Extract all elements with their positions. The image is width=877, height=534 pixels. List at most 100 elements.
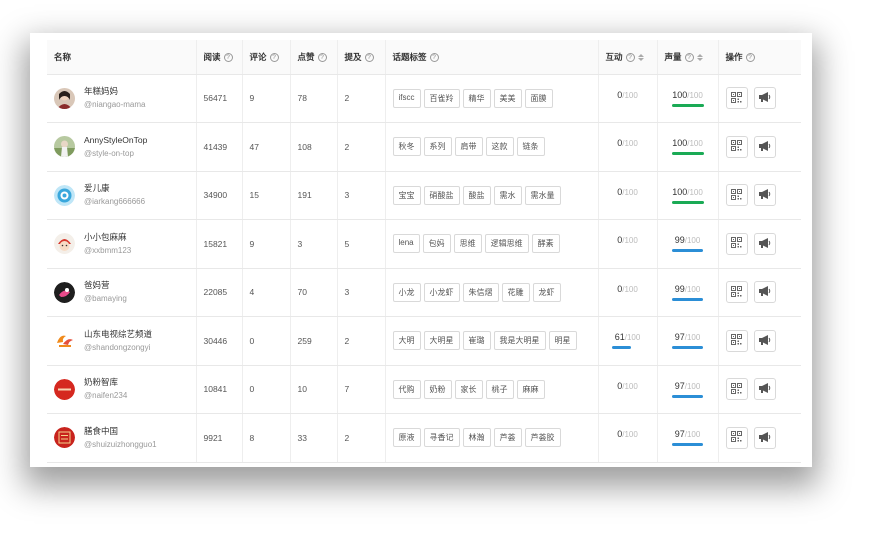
topic-tag[interactable]: 链条 (516, 137, 545, 157)
topic-tag[interactable]: 代购 (392, 379, 421, 399)
help-icon[interactable]: ? (684, 53, 694, 62)
help-icon[interactable]: ? (269, 53, 279, 62)
topic-tag[interactable]: 朱信熠 (462, 282, 499, 302)
account-name[interactable]: 小小包麻麻 (84, 231, 131, 244)
promote-button[interactable] (753, 232, 776, 255)
topic-tag[interactable]: 龙虾 (532, 282, 561, 302)
topic-tag[interactable]: 逻辑思维 (484, 234, 529, 254)
help-icon[interactable]: ? (364, 53, 374, 62)
sort-icon[interactable] (696, 54, 703, 61)
topic-tag[interactable]: 硝酸盐 (423, 185, 460, 205)
voice-cell: 100/100 (657, 171, 719, 220)
interaction-cell: 0/100 (598, 219, 658, 269)
col-header-voice[interactable]: 声量? (657, 40, 719, 75)
help-icon[interactable]: ? (745, 53, 755, 62)
topic-tag[interactable]: 明星 (548, 331, 577, 351)
help-icon[interactable]: ? (625, 53, 635, 62)
promote-button[interactable] (753, 184, 776, 207)
reads-cell: 10841 (196, 365, 243, 414)
topic-tag[interactable]: 家长 (454, 379, 483, 399)
topic-tag[interactable]: 小龙 (392, 282, 421, 302)
col-header-reads: 阅读? (196, 40, 243, 75)
topic-tag[interactable]: 这款 (485, 137, 514, 157)
topic-tag[interactable]: 原液 (392, 428, 421, 448)
interaction-cell: 0/100 (598, 74, 658, 123)
account-name[interactable]: 山东电视综艺频道 (84, 328, 152, 341)
help-icon[interactable]: ? (223, 53, 233, 62)
qr-code-button[interactable] (725, 232, 748, 255)
topic-tag[interactable]: 小龙虾 (423, 282, 460, 302)
account-name[interactable]: 爸妈营 (84, 279, 127, 292)
table-body: 年糕妈妈 @niangao-mama 56471 9 78 2 ifscc 百雀羚… (47, 74, 801, 463)
interaction-cell: 0/100 (598, 171, 658, 220)
topic-tag[interactable]: 酸盐 (462, 185, 491, 205)
voice-max: /100 (684, 381, 701, 391)
voice-bar (671, 200, 704, 204)
promote-button[interactable] (753, 135, 776, 158)
topics-cell: 小龙 小龙虾 朱信熠 花雕 龙虾 (385, 268, 599, 317)
likes-cell: 3 (290, 219, 338, 269)
promote-button[interactable] (753, 426, 776, 449)
topic-tag[interactable]: 美美 (493, 88, 522, 108)
topic-tag[interactable]: 林瀚 (462, 428, 491, 448)
topic-tag[interactable]: 精华 (462, 88, 491, 108)
topic-tag[interactable]: 我是大明星 (493, 331, 546, 351)
topic-tag[interactable]: 百雀羚 (423, 88, 460, 108)
topic-tag[interactable]: 面膜 (524, 88, 553, 108)
promote-button[interactable] (753, 329, 776, 352)
topic-tag[interactable]: 秋冬 (392, 137, 421, 157)
account-name[interactable]: 爱儿康 (84, 182, 145, 195)
account-name[interactable]: 奶粉智库 (84, 376, 127, 389)
qr-code-icon (731, 334, 742, 347)
qr-code-button[interactable] (725, 378, 748, 401)
qr-code-icon (731, 431, 742, 444)
topic-tag[interactable]: ifscc (392, 88, 421, 108)
account-name[interactable]: 膳食中国 (84, 425, 157, 438)
col-header-comments: 评论? (242, 40, 291, 75)
qr-code-button[interactable] (725, 426, 748, 449)
topic-tag[interactable]: 芦荟胶 (524, 428, 561, 448)
topic-tag[interactable]: 崔璐 (462, 331, 491, 351)
topic-tag[interactable]: 需水 (493, 185, 522, 205)
qr-code-button[interactable] (725, 184, 748, 207)
account-name[interactable]: 年糕妈妈 (84, 85, 145, 98)
topic-tag[interactable]: lena (392, 234, 420, 254)
qr-code-button[interactable] (725, 329, 748, 352)
account-handle: @shuizuizhongguo1 (84, 439, 157, 449)
topic-tag[interactable]: 需水量 (524, 185, 561, 205)
account-name[interactable]: AnnyStyleOnTop (84, 134, 147, 147)
media-table: 名称 阅读? 评论? 点赞? 提及? 话题标签? 互动? 声量? 操作? 年糕妈… (47, 40, 801, 463)
topic-tag[interactable]: 酵素 (531, 234, 560, 254)
mentions-cell: 5 (337, 219, 386, 269)
account-handle: @bamaying (84, 294, 127, 304)
topic-tag[interactable]: 宝宝 (392, 185, 421, 205)
help-icon[interactable]: ? (429, 53, 439, 62)
topic-tag[interactable]: 花雕 (501, 282, 530, 302)
promote-button[interactable] (753, 87, 776, 110)
promote-button[interactable] (753, 281, 776, 304)
topic-tag[interactable]: 大明星 (423, 331, 460, 351)
topic-tag[interactable]: 桃子 (485, 379, 514, 399)
voice-bar (671, 443, 704, 447)
help-icon[interactable]: ? (317, 53, 327, 62)
topic-tag[interactable]: 包妈 (422, 234, 451, 254)
topic-tag[interactable]: 芦荟 (493, 428, 522, 448)
topic-tag[interactable]: 肩带 (454, 137, 483, 157)
actions-cell (718, 316, 801, 366)
topic-tag[interactable]: 系列 (423, 137, 452, 157)
mentions-cell: 3 (337, 268, 386, 317)
topic-tag[interactable]: 麻麻 (516, 379, 545, 399)
qr-code-button[interactable] (725, 87, 748, 110)
topic-tag[interactable]: 思维 (453, 234, 482, 254)
topic-tag[interactable]: 寻香记 (423, 428, 460, 448)
promote-button[interactable] (753, 378, 776, 401)
col-header-interaction[interactable]: 互动? (598, 40, 658, 75)
account-handle: @shandongzongyi (84, 342, 151, 352)
topic-tag[interactable]: 奶粉 (423, 379, 452, 399)
qr-code-icon (731, 237, 742, 250)
qr-code-button[interactable] (725, 135, 748, 158)
voice-cell: 99/100 (657, 268, 719, 317)
topic-tag[interactable]: 大明 (392, 331, 421, 351)
sort-icon[interactable] (637, 54, 644, 61)
qr-code-button[interactable] (725, 281, 748, 304)
